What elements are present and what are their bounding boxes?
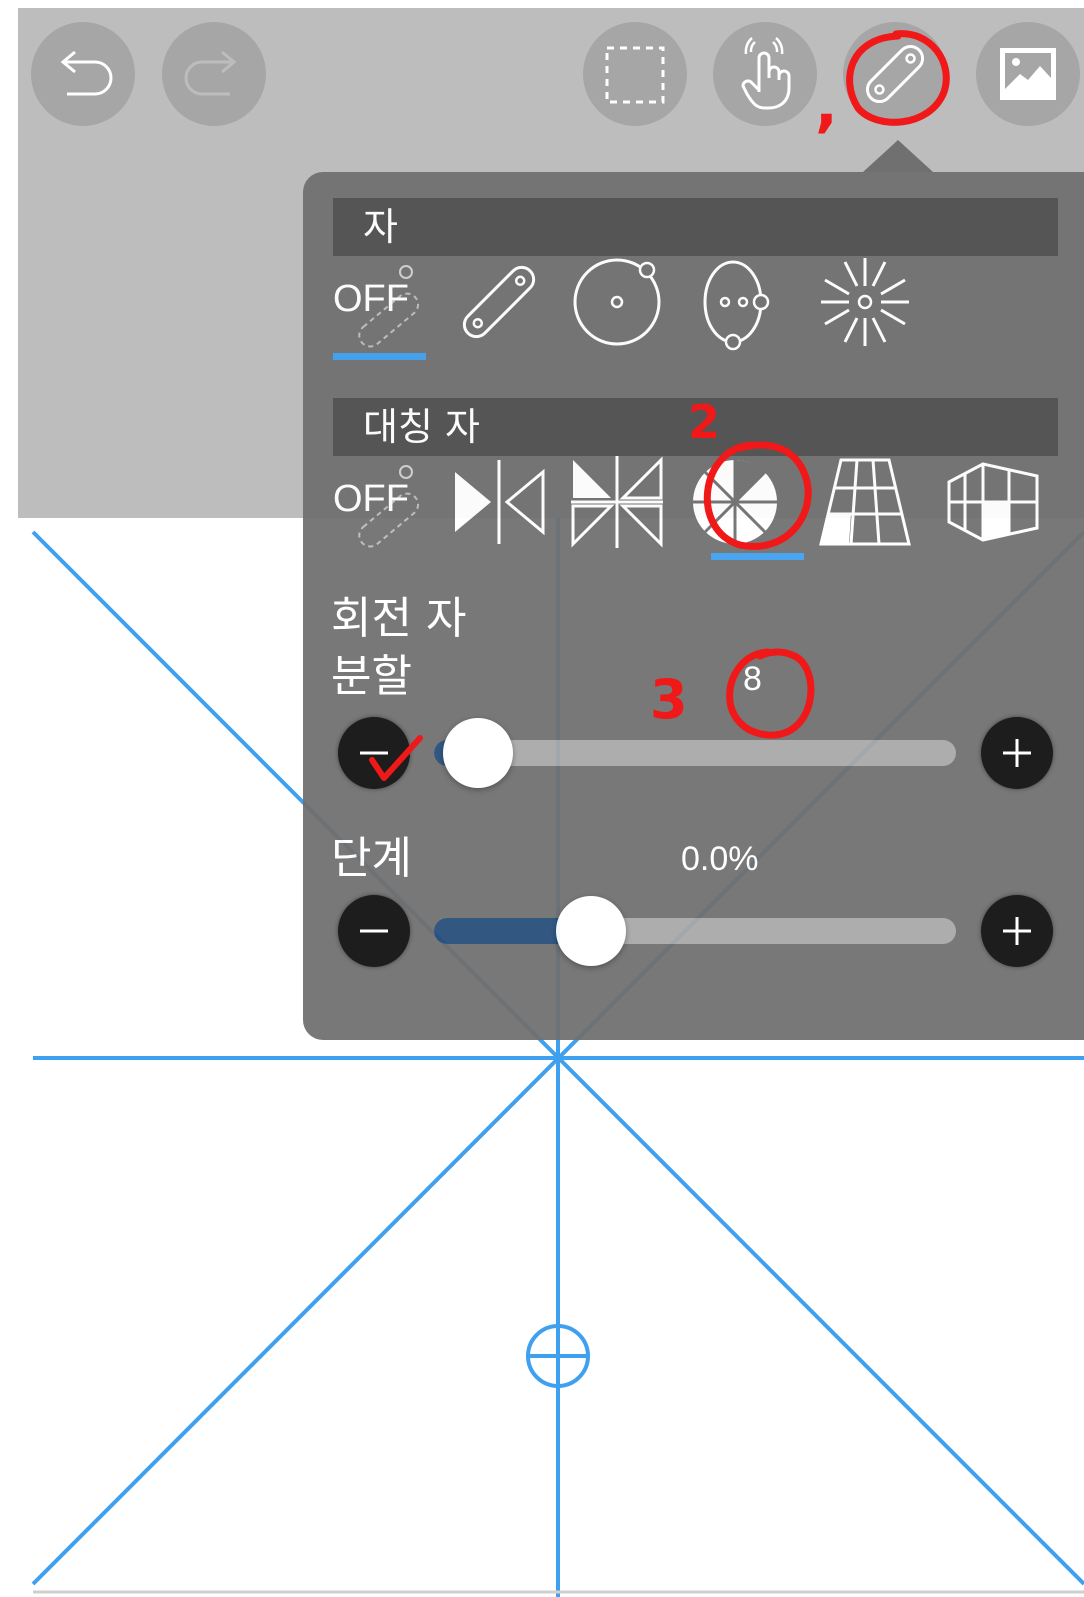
ruler-selected-indicator xyxy=(333,353,426,360)
hand-touch-icon xyxy=(741,37,791,110)
curve-ruler-icon xyxy=(703,260,770,351)
straight-ruler-option[interactable] xyxy=(449,252,549,352)
perspective-symmetry-option[interactable] xyxy=(815,452,915,552)
ruler-panel: 자 OFF 대칭 자 OFF 회전 자 분할 8 단계 0.0% xyxy=(303,172,1084,1040)
undo-button[interactable] xyxy=(31,22,135,126)
kaleidoscope-symmetry-option[interactable] xyxy=(567,452,667,552)
panel-caret xyxy=(863,140,933,172)
ellipse-ruler-icon xyxy=(573,258,661,346)
image-button[interactable] xyxy=(976,22,1080,126)
perspective-symmetry-icon xyxy=(819,458,911,546)
3d-perspective-icon xyxy=(947,462,1039,542)
ruler-section-title: 자 xyxy=(333,198,1058,256)
ruler-button[interactable] xyxy=(843,22,947,126)
mirror-symmetry-option[interactable] xyxy=(449,452,549,552)
selection-button[interactable] xyxy=(583,22,687,126)
transform-touch-button[interactable] xyxy=(713,22,817,126)
curve-ruler-option[interactable] xyxy=(685,252,785,352)
straight-ruler-icon xyxy=(462,265,536,339)
ruler-icon xyxy=(865,44,925,104)
step-label: 단계 xyxy=(331,833,412,884)
step-decrease-button[interactable] xyxy=(338,895,410,967)
division-decrease-button[interactable] xyxy=(338,717,410,789)
image-icon xyxy=(1000,48,1056,100)
division-value: 8 xyxy=(743,660,762,698)
minus-icon xyxy=(360,929,388,933)
redo-icon xyxy=(184,50,237,96)
division-increase-button[interactable] xyxy=(981,717,1053,789)
minus-icon xyxy=(360,751,388,755)
annotation-mark-2: 2 xyxy=(688,395,721,449)
division-label: 분할 xyxy=(331,651,412,702)
symmetry-off-label: OFF xyxy=(333,478,409,520)
rotational-symmetry-icon xyxy=(693,459,777,544)
step-value: 0.0% xyxy=(681,840,759,878)
ruler-off-label: OFF xyxy=(333,278,409,320)
rotational-symmetry-option[interactable] xyxy=(685,452,785,552)
radial-ruler-icon xyxy=(821,258,909,346)
annotation-mark-1: , xyxy=(815,70,838,140)
kaleidoscope-symmetry-icon xyxy=(571,456,663,548)
step-slider-track[interactable] xyxy=(434,918,956,944)
undo-icon xyxy=(60,50,113,96)
step-increase-button[interactable] xyxy=(981,895,1053,967)
plus-icon xyxy=(1003,739,1031,767)
redo-button[interactable] xyxy=(162,22,266,126)
rotation-ruler-title: 회전 자 xyxy=(331,593,467,644)
symmetry-selected-indicator xyxy=(711,553,804,560)
3d-perspective-symmetry-option[interactable] xyxy=(943,452,1043,552)
mirror-symmetry-icon xyxy=(455,460,545,544)
ellipse-ruler-option[interactable] xyxy=(567,252,667,352)
annotation-mark-3: 3 xyxy=(650,668,688,731)
step-slider-handle[interactable] xyxy=(555,896,626,966)
division-slider-handle[interactable] xyxy=(443,718,513,788)
plus-icon xyxy=(1003,917,1031,945)
selection-icon xyxy=(605,46,665,104)
radial-ruler-option[interactable] xyxy=(815,252,915,352)
